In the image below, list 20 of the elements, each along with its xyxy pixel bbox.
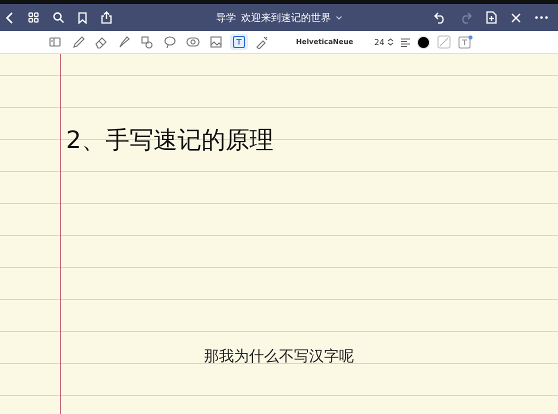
undo-icon[interactable] [434,12,446,24]
subtitle-caption: 那我为什么不写汉字呢 [204,347,354,366]
close-icon[interactable] [511,12,521,22]
page-heading: 2、手写速记的原理 [66,125,274,156]
chevron-icon[interactable] [336,16,342,20]
font-size[interactable]: 24 [374,38,384,46]
text-tool[interactable] [230,34,248,50]
add-page-icon[interactable] [486,11,497,24]
search-icon[interactable] [53,12,64,23]
share-icon[interactable] [101,11,112,24]
text-box-icon[interactable] [458,34,474,50]
stepper-icon[interactable] [387,38,394,46]
bookmark-icon[interactable] [78,12,87,24]
more-icon[interactable] [535,16,548,19]
back-icon[interactable] [6,12,14,24]
page-title: 欢迎来到速记的世界 [241,12,331,24]
notebook-title: 导学 [216,12,236,24]
align-left-icon[interactable] [401,38,410,46]
grid-icon[interactable] [28,12,39,23]
color-swatch[interactable] [417,36,430,48]
